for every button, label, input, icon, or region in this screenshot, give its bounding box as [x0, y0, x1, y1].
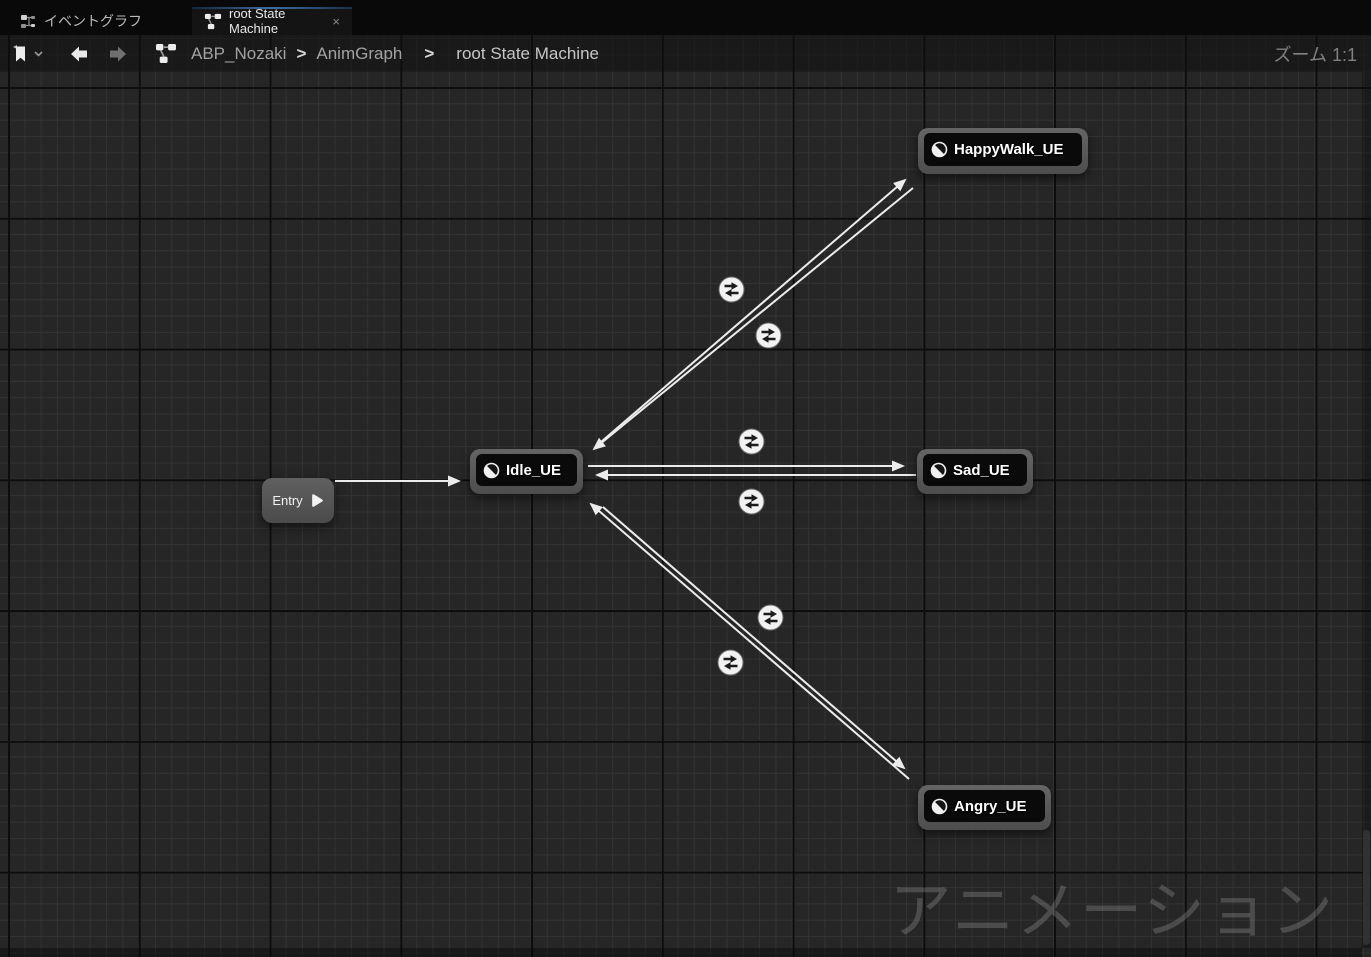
zoom-level-label: ズーム 1:1 — [1274, 41, 1357, 67]
anim-state-icon — [931, 798, 948, 815]
anim-state-icon — [931, 141, 948, 158]
state-node-label: Sad_UE — [953, 462, 1010, 479]
back-arrow-icon[interactable] — [68, 43, 90, 65]
entry-node[interactable]: Entry — [262, 478, 334, 523]
bookmark-icon[interactable] — [11, 43, 30, 65]
transition-rule-node[interactable] — [757, 604, 784, 631]
breadcrumb-item-abp-nozaki[interactable]: ABP_Nozaki — [191, 44, 286, 64]
breadcrumb-separator: > — [296, 44, 306, 64]
state-machine-icon — [155, 43, 177, 64]
transition-rule-node[interactable] — [738, 428, 765, 455]
state-node-angry[interactable]: Angry_UE — [918, 785, 1051, 830]
wire-idle-to-angry[interactable] — [603, 507, 904, 768]
close-icon[interactable]: × — [332, 14, 340, 29]
animation-blueprint-editor: イベントグラフ root State Machine × — [0, 0, 1371, 957]
state-node-idle[interactable]: Idle_UE — [470, 449, 583, 494]
horizontal-scrollbar[interactable] — [0, 948, 1362, 957]
vertical-scrollbar-thumb[interactable] — [1363, 830, 1370, 945]
anim-state-icon — [930, 462, 947, 479]
state-node-happywalk[interactable]: HappyWalk_UE — [918, 128, 1088, 174]
breadcrumb-separator: > — [424, 44, 434, 64]
forward-arrow-icon[interactable] — [107, 43, 129, 65]
transition-rule-node[interactable] — [755, 322, 782, 349]
state-machine-icon — [204, 13, 222, 30]
state-node-label: HappyWalk_UE — [954, 141, 1063, 158]
graph-toolbar: ABP_Nozaki > AnimGraph > root State Mach… — [0, 35, 1371, 72]
wire-happywalk-to-idle[interactable] — [594, 188, 913, 449]
event-graph-icon — [20, 13, 37, 30]
transition-rule-node[interactable] — [738, 488, 765, 515]
breadcrumb-item-root-state-machine[interactable]: root State Machine — [456, 44, 599, 64]
entry-output-pin-icon[interactable] — [311, 493, 324, 508]
state-node-label: Angry_UE — [954, 798, 1027, 815]
anim-state-icon — [483, 462, 500, 479]
vertical-scrollbar[interactable] — [1362, 72, 1371, 948]
bookmark-chevron-down-icon[interactable] — [33, 50, 44, 58]
state-node-sad[interactable]: Sad_UE — [917, 449, 1033, 494]
tab-event-graph-label: イベントグラフ — [44, 11, 142, 31]
transition-rule-node[interactable] — [718, 276, 745, 303]
entry-node-label: Entry — [272, 493, 302, 508]
transition-rule-node[interactable] — [717, 649, 744, 676]
active-tab-accent — [192, 7, 352, 9]
state-node-label: Idle_UE — [506, 462, 561, 479]
tab-root-state-machine[interactable]: root State Machine × — [192, 7, 352, 35]
wire-angry-to-idle[interactable] — [591, 504, 909, 779]
tab-root-state-machine-label: root State Machine — [229, 6, 325, 36]
tab-event-graph[interactable]: イベントグラフ — [8, 7, 154, 35]
wire-idle-to-happywalk[interactable] — [601, 180, 905, 442]
tab-bar: イベントグラフ root State Machine × — [0, 0, 1371, 35]
breadcrumb-item-animgraph[interactable]: AnimGraph — [316, 44, 402, 64]
transition-wires — [0, 0, 1371, 957]
